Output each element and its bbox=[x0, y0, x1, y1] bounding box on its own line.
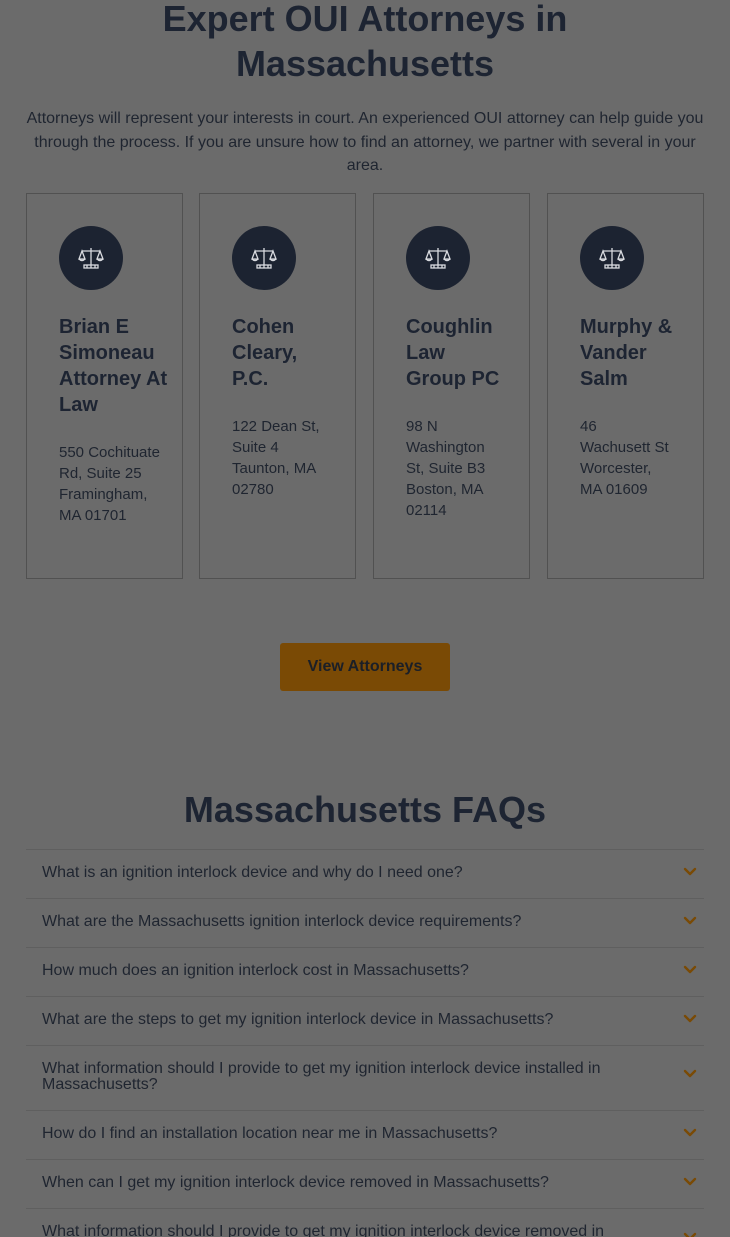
faq-item[interactable]: What are the steps to get my ignition in… bbox=[26, 996, 704, 1045]
scales-of-justice-icon bbox=[406, 226, 470, 290]
faq-title: Massachusetts FAQs bbox=[183, 789, 547, 830]
chevron-down-icon bbox=[683, 867, 697, 876]
faq-question: What are the Massachusetts ignition inte… bbox=[42, 913, 522, 930]
faq-question: What is an ignition interlock device and… bbox=[42, 864, 463, 881]
faq-question: How do I find an installation location n… bbox=[42, 1125, 498, 1142]
scales-of-justice-icon bbox=[232, 226, 296, 290]
faq-question: How much does an ignition interlock cost… bbox=[42, 962, 469, 979]
attorney-card[interactable]: Coughlin Law Group PC 98 N Washington St… bbox=[373, 193, 530, 579]
attorney-name: Murphy & Vander Salm bbox=[580, 316, 673, 390]
faq-item[interactable]: How do I find an installation location n… bbox=[26, 1110, 704, 1159]
attorney-address: 98 N Washington St, Suite B3 Boston, MA … bbox=[406, 418, 486, 519]
faq-item[interactable]: What information should I provide to get… bbox=[26, 1045, 704, 1110]
faq-question: What are the steps to get my ignition in… bbox=[42, 1011, 554, 1028]
attorney-name: Coughlin Law Group PC bbox=[406, 316, 500, 390]
faq-item[interactable]: What are the Massachusetts ignition inte… bbox=[26, 898, 704, 947]
attorney-address: 46 Wachusett St Worcester, MA 01609 bbox=[580, 418, 669, 498]
faq-item[interactable]: What is an ignition interlock device and… bbox=[26, 849, 704, 898]
chevron-down-icon bbox=[683, 1232, 697, 1237]
scales-of-justice-icon bbox=[59, 226, 123, 290]
attorney-card[interactable]: Brian E Simoneau Attorney At Law 550 Coc… bbox=[26, 193, 183, 579]
chevron-down-icon bbox=[683, 1014, 697, 1023]
attorney-cards: Brian E Simoneau Attorney At Law 550 Coc… bbox=[26, 193, 704, 579]
faq-item[interactable]: How much does an ignition interlock cost… bbox=[26, 947, 704, 996]
attorney-name: Cohen Cleary, P.C. bbox=[232, 316, 298, 390]
attorney-card[interactable]: Murphy & Vander Salm 46 Wachusett St Wor… bbox=[547, 193, 704, 579]
page: Expert OUI Attorneys in Massachusetts At… bbox=[0, 0, 730, 1237]
hero-title: Expert OUI Attorneys in Massachusetts bbox=[0, 0, 730, 86]
chevron-down-icon bbox=[683, 916, 697, 925]
faq-question: What information should I provide to get… bbox=[42, 1223, 605, 1237]
faq-item[interactable]: When can I get my ignition interlock dev… bbox=[26, 1159, 704, 1208]
view-attorneys-button[interactable]: View Attorneys bbox=[280, 643, 450, 691]
hero-title-line-1: Expert OUI Attorneys in bbox=[162, 0, 568, 39]
hero-description: Attorneys will represent your interests … bbox=[26, 110, 704, 174]
chevron-down-icon bbox=[683, 965, 697, 974]
scales-of-justice-icon bbox=[580, 226, 644, 290]
hero-title-line-2: Massachusetts bbox=[235, 43, 495, 84]
faq-item[interactable]: What information should I provide to get… bbox=[26, 1208, 704, 1237]
chevron-down-icon bbox=[683, 1128, 697, 1137]
attorney-address: 122 Dean St, Suite 4 Taunton, MA 02780 bbox=[232, 418, 320, 498]
faq-question: What information should I provide to get… bbox=[42, 1060, 601, 1093]
attorney-name: Brian E Simoneau Attorney At Law bbox=[59, 316, 168, 416]
chevron-down-icon bbox=[683, 1069, 697, 1078]
faq-question: When can I get my ignition interlock dev… bbox=[42, 1174, 549, 1191]
chevron-down-icon bbox=[683, 1177, 697, 1186]
attorney-address: 550 Cochituate Rd, Suite 25 Framingham, … bbox=[59, 444, 160, 524]
attorney-card[interactable]: Cohen Cleary, P.C. 122 Dean St, Suite 4 … bbox=[199, 193, 356, 579]
